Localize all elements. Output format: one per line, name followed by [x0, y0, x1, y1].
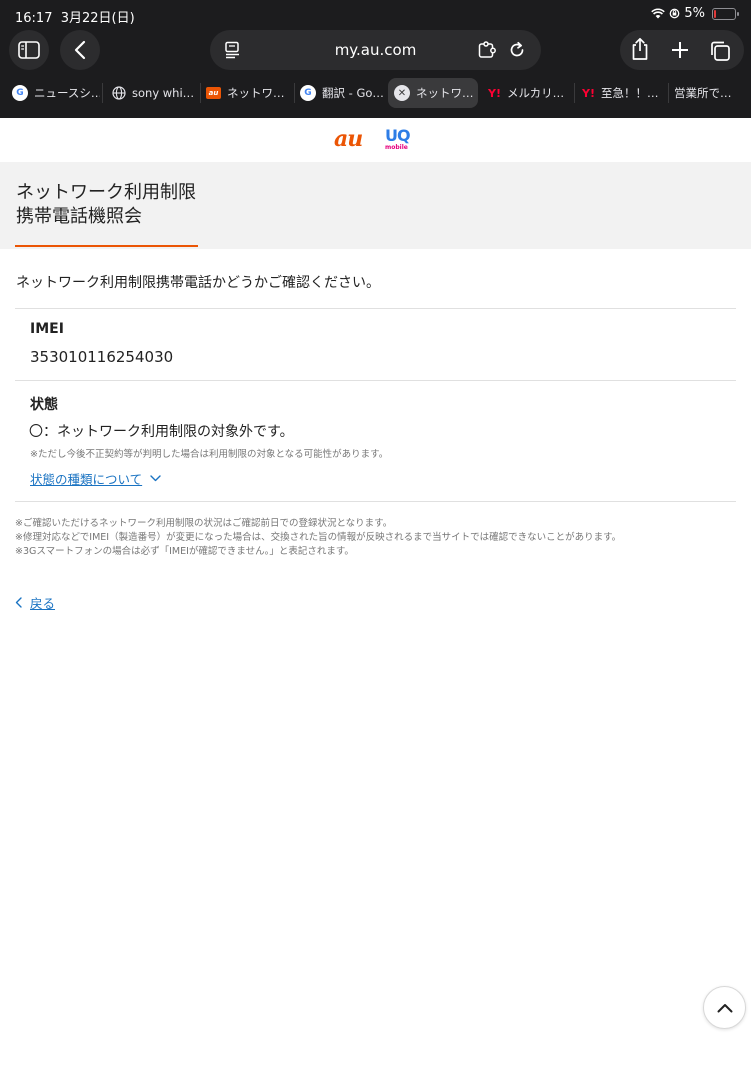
tab-office[interactable]: 営業所で…	[668, 78, 748, 108]
reload-icon[interactable]	[508, 41, 526, 59]
back-link[interactable]: 戻る	[30, 593, 55, 612]
tab-sony[interactable]: sony whi…	[106, 78, 198, 108]
scroll-to-top-button[interactable]	[703, 986, 746, 1029]
status-clock: 16:17	[15, 11, 53, 26]
google-icon: G	[300, 85, 316, 101]
au-logo[interactable]: au	[334, 126, 363, 152]
wifi-icon	[651, 8, 666, 19]
tab-title: sony whi…	[132, 86, 195, 100]
page-title-section: ネットワーク利用制限 携帯電話機照会	[0, 162, 751, 249]
battery-icon	[712, 7, 739, 20]
tab-title: 営業所で…	[674, 86, 732, 100]
extension-icon[interactable]	[478, 41, 498, 59]
battery-percent: 5%	[684, 6, 705, 21]
tab-title: メルカリ…	[506, 86, 565, 100]
close-icon[interactable]: ✕	[394, 85, 410, 101]
back-link-row[interactable]: 戻る	[15, 593, 55, 612]
address-bar[interactable]: my.au.com	[210, 30, 541, 70]
tab-title: ネットワ…	[416, 86, 474, 100]
footnote: ※ご確認いただけるネットワーク利用制限の状況はご確認前日での登録状況となります。	[15, 518, 393, 529]
uq-logo-subtext: mobile	[385, 144, 408, 151]
plus-icon[interactable]	[670, 40, 690, 60]
chevron-left-icon	[15, 597, 22, 608]
tab-mercari[interactable]: Y! メルカリ…	[482, 78, 572, 108]
tab-title: 翻訳 - Go…	[322, 86, 384, 100]
footnote: ※3Gスマートフォンの場合は必ず「IMEIが確認できません。」と表記されます。	[15, 546, 354, 557]
divider	[15, 380, 736, 381]
divider	[15, 308, 736, 309]
status-time: 16:17 3月22日(日)	[15, 7, 135, 26]
tab-network-active[interactable]: ✕ ネットワ…	[388, 78, 478, 108]
status-indicators: 5%	[651, 6, 739, 21]
tab-title: 至急！！…	[600, 86, 659, 100]
footnotes: ※ご確認いただけるネットワーク利用制限の状況はご確認前日での登録状況となります。…	[15, 517, 621, 559]
google-icon: G	[12, 85, 28, 101]
tab-bar: G ニュースシ… sony whi… au ネットワ… G 翻訳 - Go… ✕…	[6, 76, 751, 110]
chevron-down-icon	[150, 475, 161, 482]
au-icon: au	[206, 87, 221, 99]
status-label: 状態	[30, 397, 58, 413]
divider	[15, 501, 736, 502]
browser-chrome: 16:17 3月22日(日) 5% my.au.com G ニュースシ… son…	[0, 0, 751, 118]
yahoo-icon: Y!	[582, 86, 595, 100]
status-types-link[interactable]: 状態の種類について	[30, 469, 142, 488]
page-title: ネットワーク利用制限 携帯電話機照会	[16, 181, 196, 229]
uq-mobile-logo[interactable]: UQ mobile	[385, 126, 411, 152]
tab-title: ネットワ…	[227, 86, 285, 100]
brand-header: au UQ mobile	[0, 118, 751, 162]
back-button[interactable]	[60, 30, 100, 70]
orientation-lock-icon	[670, 8, 680, 19]
tabs-icon[interactable]	[709, 40, 731, 62]
yahoo-icon: Y!	[488, 86, 501, 100]
status-bar: 16:17 3月22日(日) 5%	[0, 0, 751, 30]
sidebar-button[interactable]	[9, 30, 49, 70]
page-title-line-2: 携帯電話機照会	[16, 206, 142, 227]
toolbar-actions	[620, 30, 744, 70]
globe-icon	[112, 86, 126, 100]
uq-logo-text: UQ	[385, 126, 411, 145]
back-icon	[74, 40, 86, 60]
status-value: 〇：ネットワーク利用制限の対象外です。	[29, 424, 294, 440]
tab-network-au[interactable]: au ネットワ…	[200, 78, 292, 108]
imei-value: 353010116254030	[30, 348, 174, 366]
status-types-toggle[interactable]: 状態の種類について	[30, 469, 161, 488]
tab-title: ニュースシ…	[34, 86, 100, 100]
sidebar-icon	[18, 41, 40, 59]
footnote: ※修理対応などでIMEI（製造番号）が変更になった場合は、交換された旨の情報が反…	[15, 532, 622, 543]
status-note: ※ただし今後不正契約等が判明した場合は利用制限の対象となる可能性があります。	[30, 449, 389, 460]
tab-translate[interactable]: G 翻訳 - Go…	[294, 78, 386, 108]
intro-text: ネットワーク利用制限携帯電話かどうかご確認ください。	[16, 275, 380, 291]
imei-label: IMEI	[30, 321, 64, 337]
share-icon[interactable]	[630, 37, 650, 61]
battery-fill	[714, 9, 716, 18]
status-date: 3月22日(日)	[60, 11, 135, 26]
tab-urgent[interactable]: Y! 至急！！…	[576, 78, 666, 108]
title-accent-bar	[15, 245, 198, 247]
tab-news[interactable]: G ニュースシ…	[6, 78, 100, 108]
page-title-line-1: ネットワーク利用制限	[16, 182, 196, 203]
tab-divider	[102, 83, 103, 103]
tab-divider	[574, 83, 575, 103]
chevron-up-icon	[717, 1003, 732, 1012]
